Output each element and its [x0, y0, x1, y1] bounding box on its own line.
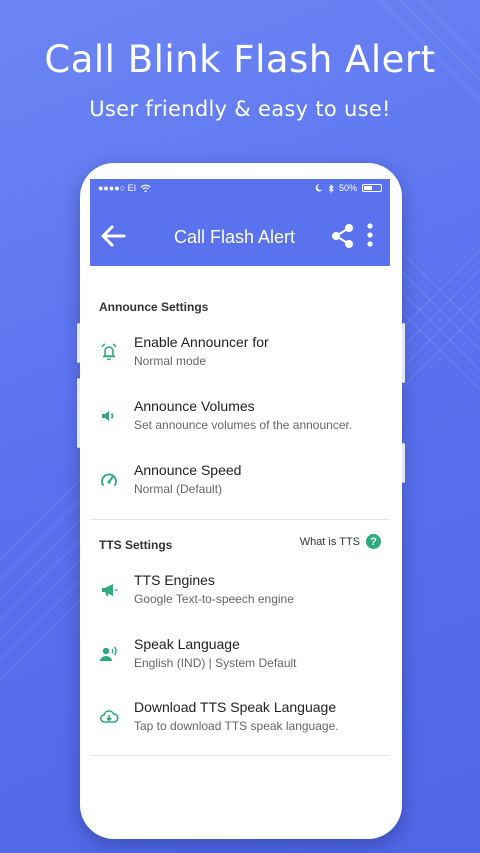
what-is-tts-label: What is TTS	[299, 535, 360, 548]
bluetooth-icon	[328, 183, 334, 193]
promo-subtitle: User friendly & easy to use!	[89, 97, 391, 121]
tts-settings-header: TTS Settings	[99, 538, 173, 552]
megaphone-icon	[102, 584, 118, 596]
speak-language-item[interactable]: Speak Language English (IND) | System De…	[90, 628, 390, 686]
status-bar: ●●●●○ EI 50%	[90, 179, 390, 197]
share-icon[interactable]	[330, 222, 356, 250]
speaking-person-icon	[100, 646, 117, 661]
toolbar-title: Call Flash Alert	[174, 227, 296, 247]
more-vertical-icon[interactable]	[362, 222, 378, 250]
item-subtitle: Normal (Default)	[134, 482, 223, 496]
arrow-left-icon[interactable]	[98, 222, 130, 250]
bell-ring-icon	[101, 343, 117, 361]
item-title: Announce Speed	[134, 462, 242, 478]
item-subtitle: Google Text-to-speech engine	[134, 592, 294, 606]
phone-side-button	[402, 443, 405, 483]
help-icon: ?	[366, 534, 381, 549]
moon-icon	[315, 184, 323, 192]
promo-title: Call Blink Flash Alert	[44, 38, 436, 81]
tts-engines-item[interactable]: TTS Engines Google Text-to-speech engine	[90, 564, 390, 622]
item-title: Speak Language	[134, 636, 240, 652]
item-title: TTS Engines	[134, 572, 215, 588]
download-tts-language-item[interactable]: Download TTS Speak Language Tap to downl…	[90, 691, 390, 749]
item-title: Enable Announcer for	[134, 334, 269, 350]
announce-speed-item[interactable]: Announce Speed Normal (Default)	[90, 454, 390, 512]
carrier-signal: ●●●●○ EI	[98, 183, 137, 193]
speedometer-icon	[101, 473, 117, 486]
phone-side-button	[77, 323, 80, 363]
item-title: Announce Volumes	[134, 398, 255, 414]
item-subtitle: Tap to download TTS speak language.	[134, 719, 339, 733]
battery-icon	[362, 184, 382, 192]
item-subtitle: Normal mode	[134, 354, 207, 368]
battery-percent: 50%	[338, 183, 357, 193]
cloud-download-icon	[99, 710, 119, 723]
app-screen: ●●●●○ EI 50% Call Flash Alert Announce S…	[90, 179, 390, 819]
enable-announcer-item[interactable]: Enable Announcer for Normal mode	[90, 326, 390, 384]
what-is-tts-link[interactable]: What is TTS ?	[300, 534, 381, 549]
wifi-icon	[140, 184, 151, 192]
section-divider	[90, 519, 390, 520]
toolbar: Call Flash Alert	[90, 216, 390, 256]
announce-settings-header: Announce Settings	[99, 300, 209, 314]
volume-icon	[102, 411, 114, 421]
item-subtitle: English (IND) | System Default	[134, 656, 297, 670]
item-title: Download TTS Speak Language	[134, 699, 337, 715]
phone-side-button	[402, 323, 405, 383]
item-subtitle: Set announce volumes of the announcer.	[134, 418, 353, 432]
phone-frame: ●●●●○ EI 50% Call Flash Alert Announce S…	[77, 163, 405, 839]
announce-volumes-item[interactable]: Announce Volumes Set announce volumes of…	[90, 390, 390, 448]
list-end-divider	[90, 755, 390, 756]
app-bar: ●●●●○ EI 50% Call Flash Alert	[90, 179, 390, 266]
phone-side-button	[77, 378, 80, 448]
